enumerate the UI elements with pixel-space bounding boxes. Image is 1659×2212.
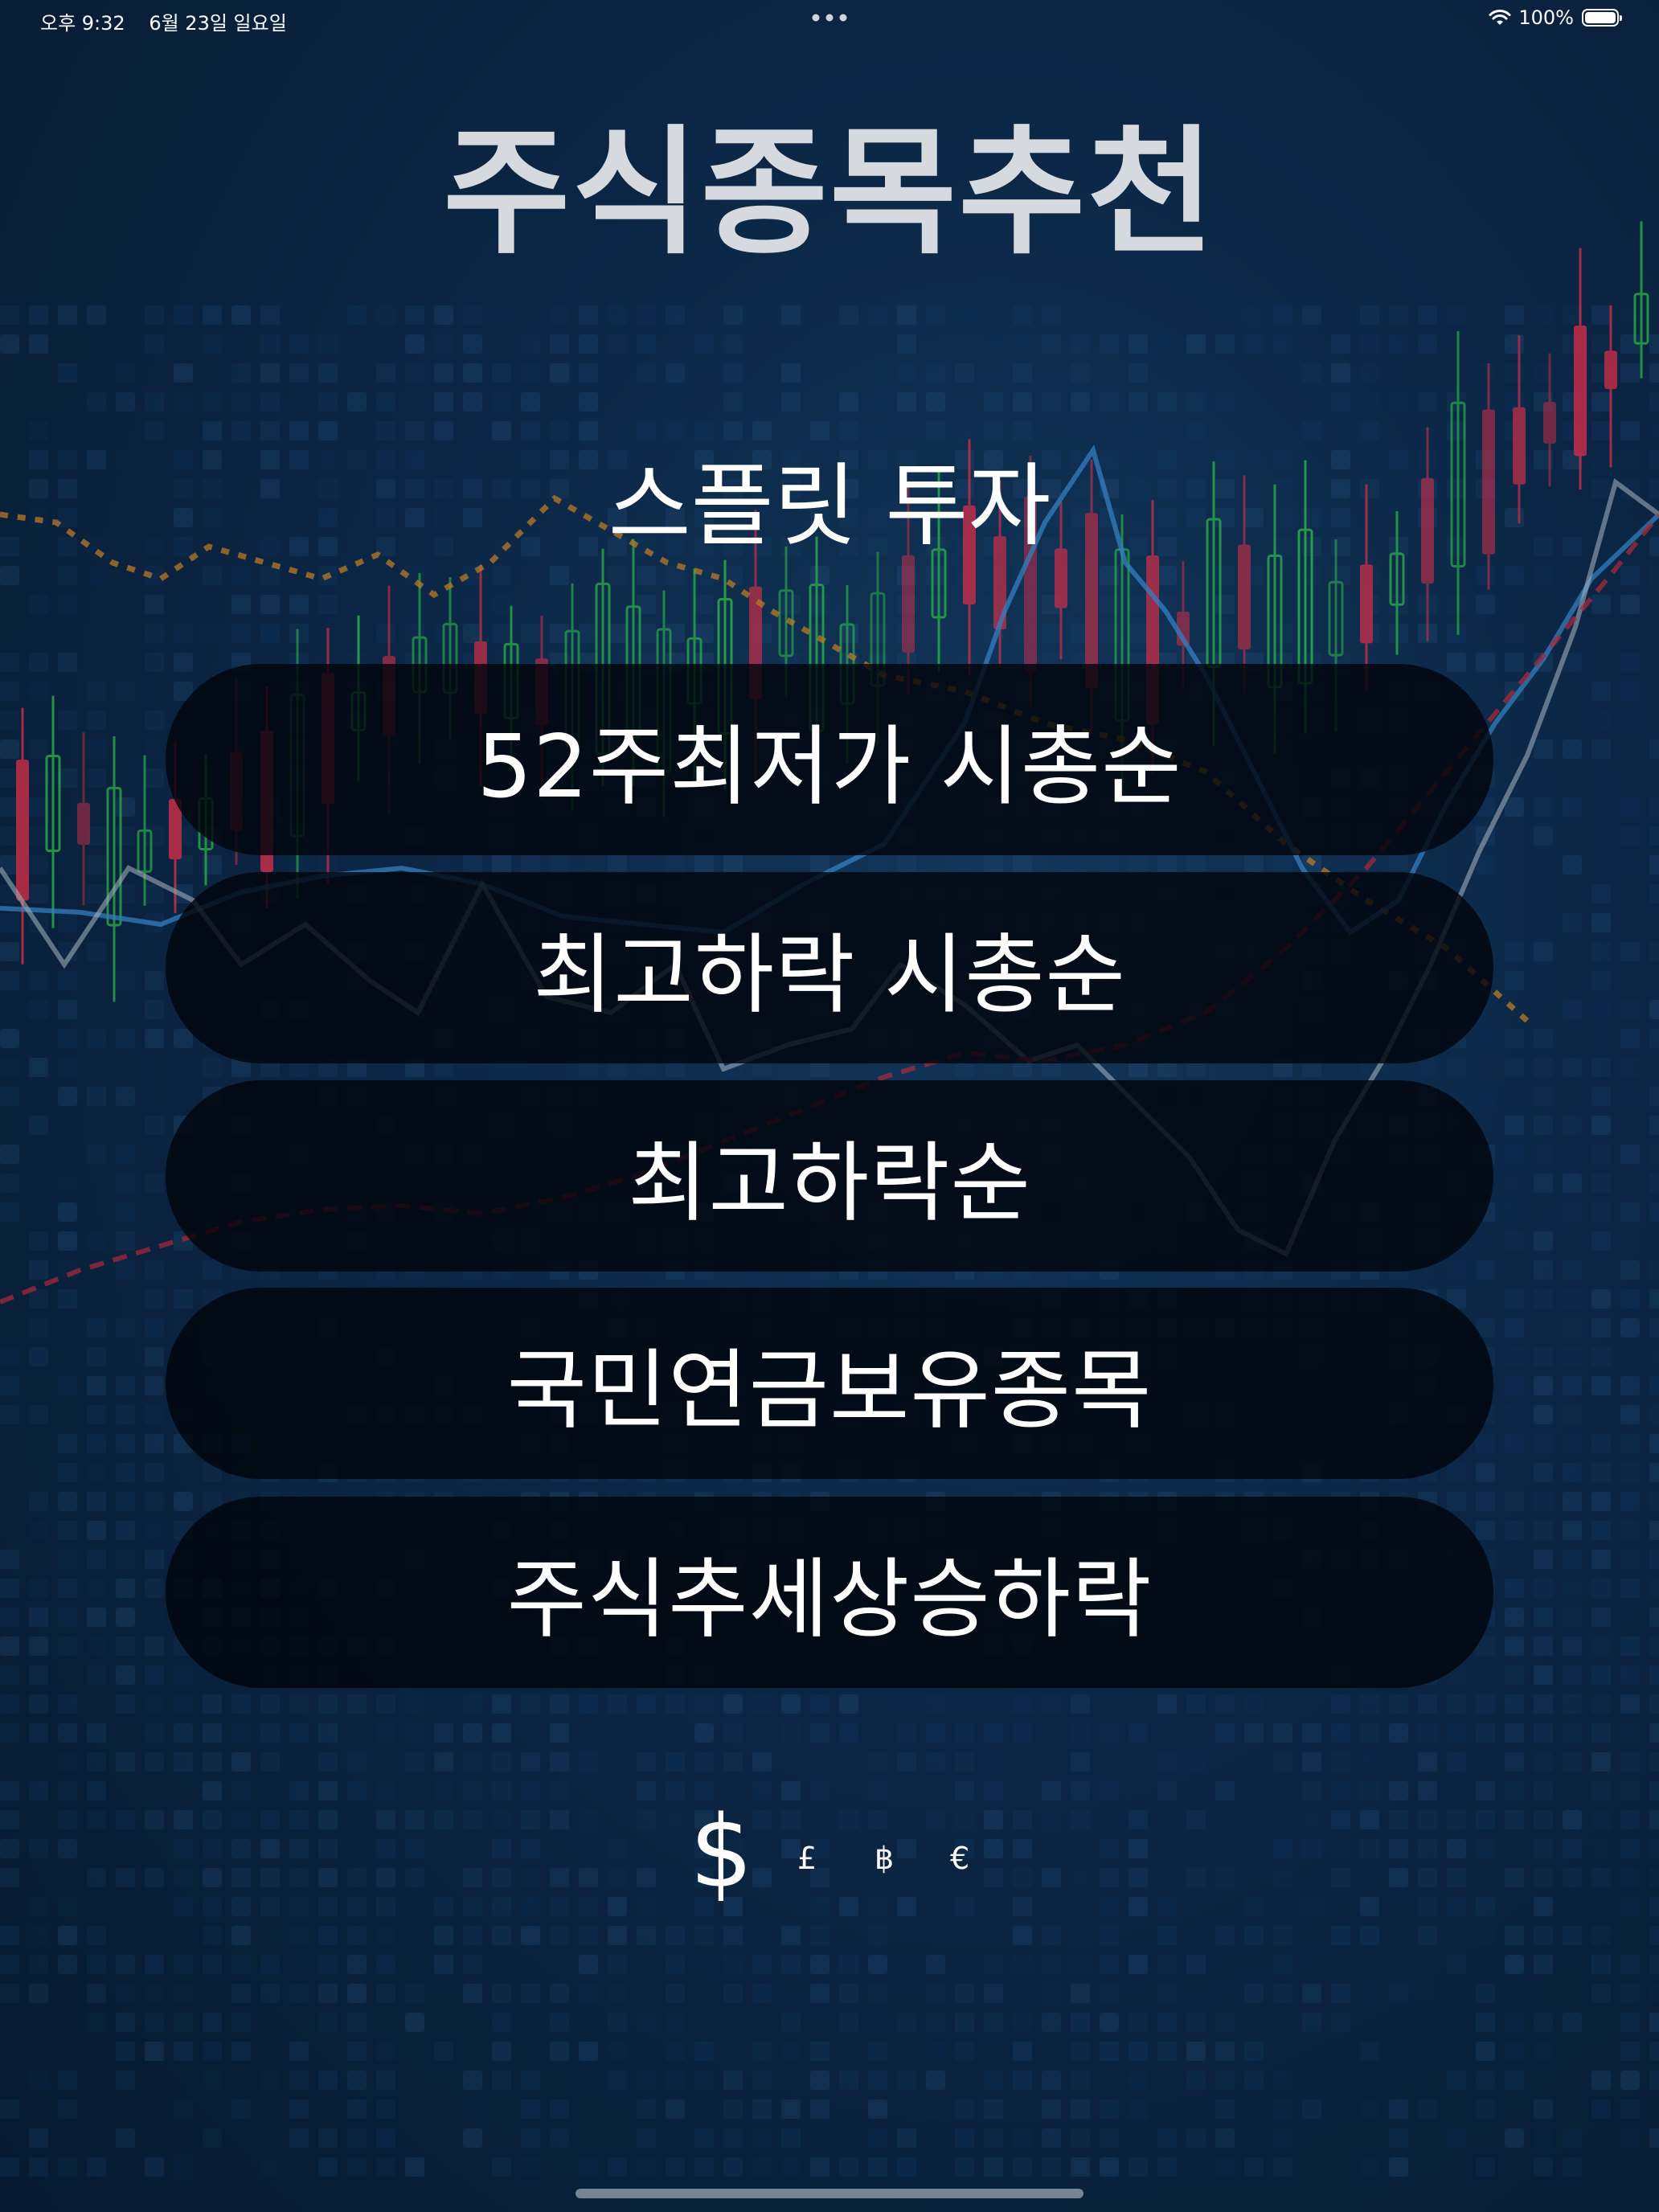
menu-button-top-decline-by-market-cap[interactable]: 최고하락 시총순	[166, 872, 1493, 1063]
dollar-icon: $	[690, 1795, 753, 1911]
menu-button-stock-trend[interactable]: 주식추세상승하락	[166, 1497, 1493, 1688]
page-title: 주식종목추천	[443, 112, 1216, 273]
status-right: 100%	[1488, 6, 1622, 29]
battery-percent: 100%	[1518, 6, 1574, 29]
menu-button-national-pension-holdings[interactable]: 국민연금보유종목	[166, 1288, 1493, 1479]
euro-icon: €	[950, 1841, 970, 1876]
more-dots-icon[interactable]	[812, 14, 847, 22]
menu-button-top-decline[interactable]: 최고하락순	[166, 1080, 1493, 1272]
home-indicator[interactable]	[576, 2189, 1083, 2198]
status-date: 6월 23일 일요일	[149, 12, 287, 35]
pound-icon: £	[797, 1841, 817, 1876]
menu-button-52week-low-by-market-cap[interactable]: 52주최저가 시총순	[166, 664, 1493, 855]
baht-icon: ฿	[875, 1841, 895, 1876]
wifi-icon	[1489, 10, 1511, 25]
battery-icon	[1582, 9, 1622, 27]
status-time: 오후 9:32	[40, 12, 125, 35]
status-left: 오후 9:32 6월 23일 일요일	[40, 7, 305, 35]
app-screen: 오후 9:32 6월 23일 일요일 100% 주식종목추천 스플릿 투자 52…	[0, 0, 1659, 2212]
currency-symbols: $ £ ฿ €	[0, 1796, 1659, 1909]
status-bar: 오후 9:32 6월 23일 일요일 100%	[0, 0, 1659, 39]
section-subtitle: 스플릿 투자	[608, 454, 1051, 559]
